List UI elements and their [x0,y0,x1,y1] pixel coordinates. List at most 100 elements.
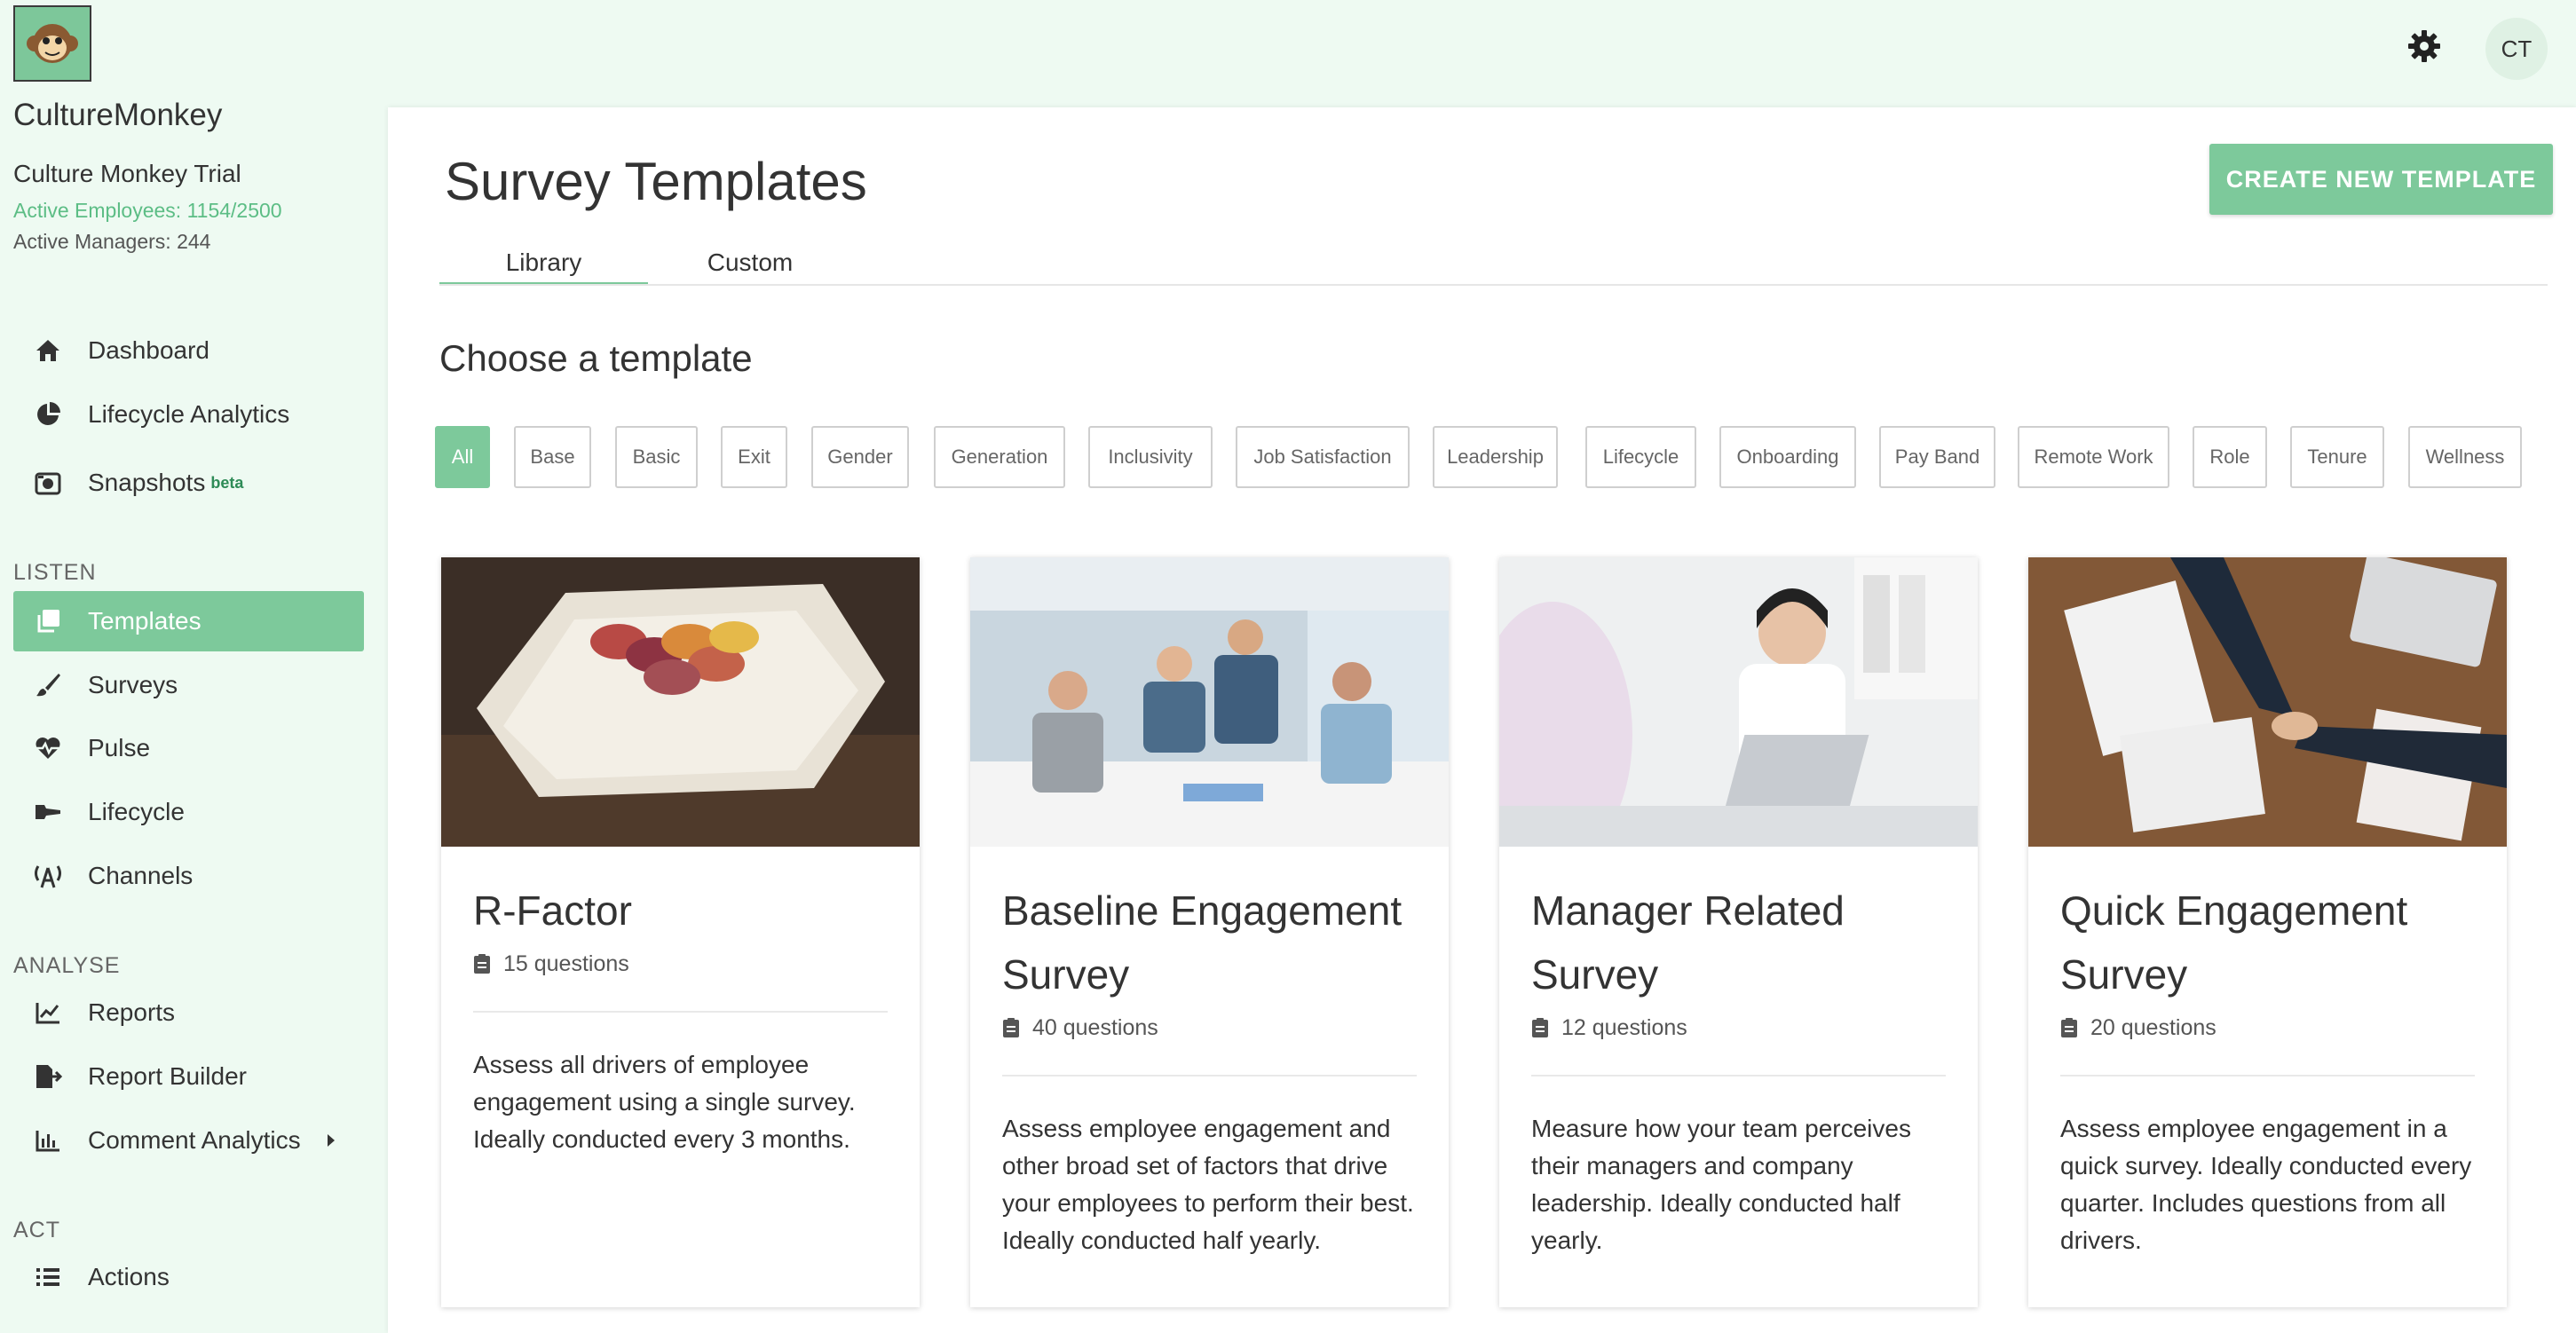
filter-chip-wellness[interactable]: Wellness [2408,426,2522,488]
card-image-manager-meeting [1499,557,1978,847]
clipboard-icon [2060,1017,2080,1040]
filter-chip-tenure[interactable]: Tenure [2290,426,2384,488]
tabs-divider [439,284,2548,286]
filter-chip-pay-band[interactable]: Pay Band [1879,426,1995,488]
filter-chip-onboarding[interactable]: Onboarding [1719,426,1856,488]
sidebar-item-channels[interactable]: Channels [13,846,364,906]
sidebar-item-label: Actions [88,1263,170,1290]
broadcast-icon [33,861,63,891]
sidebar-item-templates[interactable]: Templates [13,591,364,651]
sidebar-item-label: Templates [88,607,201,635]
sidebar-item-lifecycle[interactable]: Lifecycle [13,782,364,842]
sidebar-item-label: Reports [88,998,176,1026]
card-divider [1531,1075,1946,1077]
card-image-handshake-desk [2028,557,2507,847]
section-title: Choose a template [439,337,753,379]
filter-chip-all[interactable]: All [435,426,490,488]
sidebar-item-label: Pulse [88,734,151,761]
create-new-template-button[interactable]: CREATE NEW TEMPLATE [2209,144,2553,215]
question-count: 12 questions [1531,1015,1946,1041]
question-count: 40 questions [1002,1015,1417,1041]
brush-icon [33,670,63,700]
key-icon [33,797,63,827]
sidebar: CultureMonkey Culture Monkey Trial Activ… [0,0,387,1333]
caret-right-icon[interactable] [326,1126,336,1155]
card-description: Assess employee engagement and other bro… [1002,1115,1414,1254]
filter-chip-basic[interactable]: Basic [615,426,698,488]
question-count: 15 questions [473,951,888,977]
org-name: Culture Monkey Trial [13,160,241,187]
copy-icon [33,606,63,636]
card-image-team-meeting [970,557,1449,847]
question-count-text: 20 questions [2090,1015,2216,1040]
sidebar-item-label: Lifecycle Analytics [88,400,290,428]
sidebar-item-label: Channels [88,862,194,889]
avatar[interactable]: CT [2485,18,2548,80]
filter-chip-gender[interactable]: Gender [811,426,909,488]
bar-chart-icon [33,1125,63,1156]
question-count-text: 12 questions [1561,1015,1687,1040]
filter-chip-inclusivity[interactable]: Inclusivity [1088,426,1213,488]
sidebar-item-label: Dashboard [88,336,209,364]
card-description: Assess all drivers of employee engagemen… [473,1051,856,1153]
camera-icon [33,468,63,498]
card-divider [473,1011,888,1013]
sidebar-item-report-builder[interactable]: Report Builder [13,1046,364,1107]
filter-chip-job-satisfaction[interactable]: Job Satisfaction [1236,426,1410,488]
card-title: Manager Related Survey [1531,887,1845,998]
section-label-act: ACT [13,1218,60,1242]
list-icon [33,1262,63,1292]
sidebar-item-comment-analytics[interactable]: Comment Analytics [13,1110,364,1171]
filter-chip-generation[interactable]: Generation [934,426,1065,488]
sidebar-item-actions[interactable]: Actions [13,1247,364,1307]
template-card-r-factor[interactable]: R-Factor 15 questions Assess all drivers… [441,557,920,1307]
home-icon [33,335,63,366]
card-divider [1002,1075,1417,1077]
filter-chip-lifecycle[interactable]: Lifecycle [1585,426,1696,488]
gear-icon[interactable] [2406,28,2442,64]
filter-chip-remote-work[interactable]: Remote Work [2018,426,2169,488]
clipboard-icon [473,953,493,976]
sidebar-item-snapshots[interactable]: Snapshots beta [13,453,364,513]
card-title: R-Factor [473,887,632,934]
sidebar-item-dashboard[interactable]: Dashboard [13,320,364,381]
sidebar-item-pulse[interactable]: Pulse [13,718,364,778]
filter-chip-role[interactable]: Role [2193,426,2267,488]
sidebar-item-reports[interactable]: Reports [13,982,364,1043]
clipboard-icon [1002,1017,1022,1040]
tab-library[interactable]: Library [439,248,648,286]
section-label-analyse: ANALYSE [13,953,121,978]
active-managers-stat: Active Managers: 244 [13,230,211,253]
card-divider [2060,1075,2475,1077]
app-name: CultureMonkey [13,98,223,132]
file-export-icon [33,1061,63,1092]
card-description: Measure how your team perceives their ma… [1531,1115,1911,1254]
template-card-quick-engagement[interactable]: Quick Engagement Survey 20 questions Ass… [2028,557,2507,1307]
sidebar-item-surveys[interactable]: Surveys [13,655,364,715]
template-card-manager-related[interactable]: Manager Related Survey 12 questions Meas… [1499,557,1978,1307]
question-count: 20 questions [2060,1015,2475,1041]
card-title: Baseline Engagement Survey [1002,887,1403,998]
question-count-text: 15 questions [503,951,629,976]
template-card-baseline-engagement[interactable]: Baseline Engagement Survey 40 questions … [970,557,1449,1307]
heartbeat-icon [33,733,63,763]
filter-chip-exit[interactable]: Exit [721,426,787,488]
monkey-logo-icon[interactable] [13,5,91,82]
line-chart-icon [33,998,63,1028]
sidebar-item-label: Comment Analytics [88,1126,301,1154]
beta-badge: beta [210,473,244,492]
card-image-macarons [441,557,920,847]
tab-custom[interactable]: Custom [648,248,852,286]
page-title: Survey Templates [445,152,867,211]
card-title: Quick Engagement Survey [2060,887,2408,998]
sidebar-item-lifecycle-analytics[interactable]: Lifecycle Analytics [13,384,364,445]
sidebar-item-label: Snapshots [88,469,206,496]
filter-chip-leadership[interactable]: Leadership [1433,426,1558,488]
card-description: Assess employee engagement in a quick su… [2060,1115,2472,1254]
filter-chip-base[interactable]: Base [514,426,591,488]
section-label-listen: LISTEN [13,560,97,585]
clipboard-icon [1531,1017,1551,1040]
active-employees-stat: Active Employees: 1154/2500 [13,199,282,222]
sidebar-item-label: Report Builder [88,1062,247,1090]
pie-chart-icon [33,399,63,430]
